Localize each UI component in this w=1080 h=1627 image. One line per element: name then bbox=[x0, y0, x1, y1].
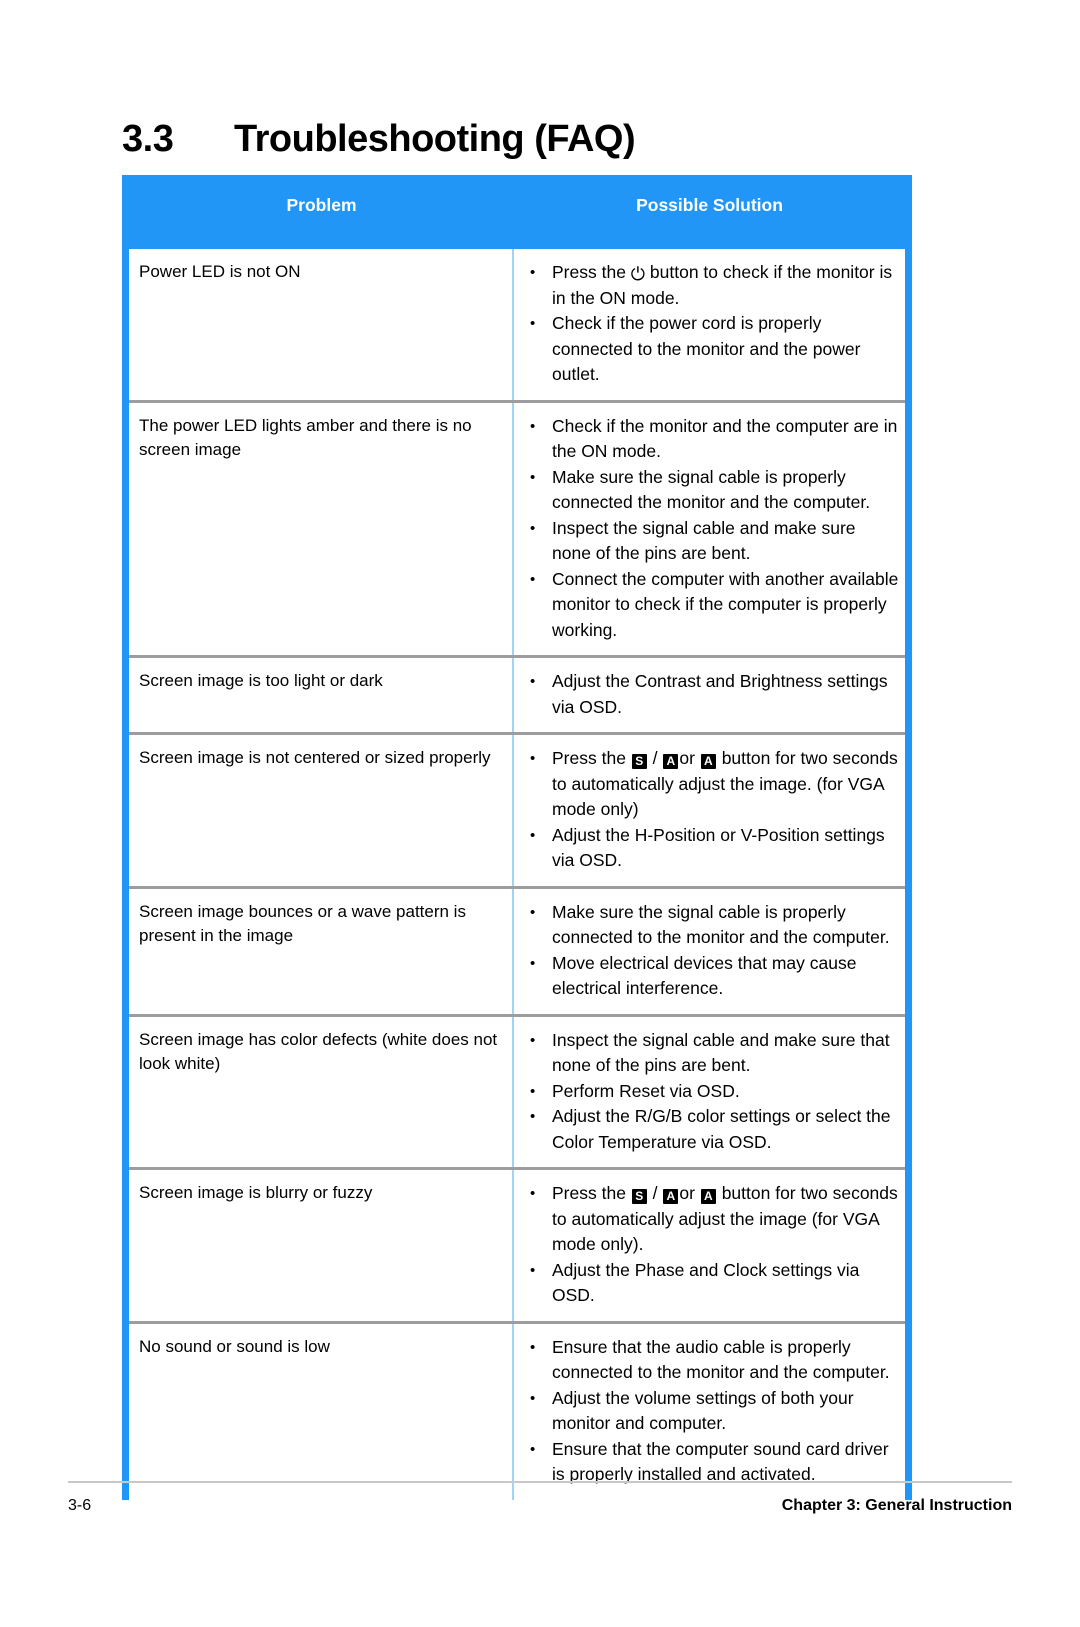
problem-cell: Power LED is not ON bbox=[129, 249, 514, 400]
solution-item: Press the ⏻ button to check if the monit… bbox=[526, 260, 899, 311]
solution-cell: Make sure the signal cable is properly c… bbox=[514, 889, 905, 1014]
solution-list: Adjust the Contrast and Brightness setti… bbox=[526, 669, 899, 720]
solution-item: Connect the computer with another availa… bbox=[526, 567, 899, 644]
solution-cell: Ensure that the audio cable is properly … bbox=[514, 1324, 905, 1500]
solution-item: Adjust the Contrast and Brightness setti… bbox=[526, 669, 899, 720]
table-row: Power LED is not ONPress the ⏻ button to… bbox=[129, 249, 905, 400]
table-row: Screen image is too light or darkAdjust … bbox=[129, 655, 905, 732]
solution-item: Check if the power cord is properly conn… bbox=[526, 311, 899, 388]
section-title: Troubleshooting (FAQ) bbox=[234, 118, 636, 160]
table-row: No sound or sound is lowEnsure that the … bbox=[129, 1320, 905, 1500]
solution-cell: Press the S / Aor A button for two secon… bbox=[514, 735, 905, 886]
solution-cell: Press the S / Aor A button for two secon… bbox=[514, 1170, 905, 1321]
table-body: Power LED is not ONPress the ⏻ button to… bbox=[129, 249, 905, 1500]
solution-cell: Press the ⏻ button to check if the monit… bbox=[514, 249, 905, 400]
problem-cell: Screen image has color defects (white do… bbox=[129, 1016, 514, 1167]
solution-item: Ensure that the computer sound card driv… bbox=[526, 1437, 899, 1488]
solution-list: Inspect the signal cable and make sure t… bbox=[526, 1028, 899, 1156]
auto-key-icon: A bbox=[700, 1189, 716, 1204]
solution-item: Press the S / Aor A button for two secon… bbox=[526, 1181, 899, 1258]
auto-key-icon: A bbox=[700, 754, 716, 769]
section-number: 3.3 bbox=[122, 118, 174, 160]
table-header-row: Problem Possible Solution bbox=[129, 175, 905, 249]
solution-item: Make sure the signal cable is properly c… bbox=[526, 465, 899, 516]
page-footer: 3-6 Chapter 3: General Instruction bbox=[68, 1497, 1012, 1515]
solution-item: Adjust the R/G/B color settings or selec… bbox=[526, 1104, 899, 1155]
solution-item: Inspect the signal cable and make sure n… bbox=[526, 516, 899, 567]
table-row: Screen image is not centered or sized pr… bbox=[129, 732, 905, 886]
auto-key-icon: A bbox=[663, 1189, 679, 1204]
column-header-solution: Possible Solution bbox=[636, 195, 783, 215]
footer-divider bbox=[68, 1481, 1012, 1483]
solution-cell: Inspect the signal cable and make sure t… bbox=[514, 1017, 905, 1168]
table-row: The power LED lights amber and there is … bbox=[129, 399, 905, 656]
solution-list: Check if the monitor and the computer ar… bbox=[526, 414, 899, 644]
document-page: 3.3 Troubleshooting (FAQ) Problem Possib… bbox=[0, 0, 1080, 1627]
solution-item: Move electrical devices that may cause e… bbox=[526, 951, 899, 1002]
solution-item: Check if the monitor and the computer ar… bbox=[526, 414, 899, 465]
source-key-icon: S bbox=[631, 754, 647, 769]
table-row: Screen image has color defects (white do… bbox=[129, 1013, 905, 1168]
solution-item: Adjust the H-Position or V-Position sett… bbox=[526, 823, 899, 874]
table-row: Screen image is blurry or fuzzyPress the… bbox=[129, 1167, 905, 1321]
solution-item: Inspect the signal cable and make sure t… bbox=[526, 1028, 899, 1079]
problem-cell: The power LED lights amber and there is … bbox=[129, 402, 514, 655]
power-icon: ⏻ bbox=[630, 264, 646, 284]
solution-cell: Check if the monitor and the computer ar… bbox=[514, 403, 905, 656]
solution-item: Perform Reset via OSD. bbox=[526, 1079, 899, 1105]
table-row: Screen image bounces or a wave pattern i… bbox=[129, 885, 905, 1014]
solution-list: Ensure that the audio cable is properly … bbox=[526, 1335, 899, 1488]
solution-list: Press the ⏻ button to check if the monit… bbox=[526, 260, 899, 388]
source-key-icon: S bbox=[631, 1189, 647, 1204]
footer-page-number: 3-6 bbox=[68, 1497, 92, 1514]
solution-list: Press the S / Aor A button for two secon… bbox=[526, 1181, 899, 1309]
solution-cell: Adjust the Contrast and Brightness setti… bbox=[514, 658, 905, 732]
solution-item: Ensure that the audio cable is properly … bbox=[526, 1335, 899, 1386]
problem-cell: No sound or sound is low bbox=[129, 1323, 514, 1500]
problem-cell: Screen image is too light or dark bbox=[129, 658, 514, 732]
troubleshooting-table: Problem Possible Solution Power LED is n… bbox=[122, 175, 912, 1500]
solution-list: Press the S / Aor A button for two secon… bbox=[526, 746, 899, 874]
problem-cell: Screen image is blurry or fuzzy bbox=[129, 1170, 514, 1321]
page-title: 3.3 Troubleshooting (FAQ) bbox=[122, 118, 636, 161]
auto-key-icon: A bbox=[663, 754, 679, 769]
solution-item: Make sure the signal cable is properly c… bbox=[526, 900, 899, 951]
solution-item: Adjust the Phase and Clock settings via … bbox=[526, 1258, 899, 1309]
solution-item: Adjust the volume settings of both your … bbox=[526, 1386, 899, 1437]
solution-item: Press the S / Aor A button for two secon… bbox=[526, 746, 899, 823]
footer-chapter: Chapter 3: General Instruction bbox=[781, 1497, 1012, 1514]
problem-cell: Screen image bounces or a wave pattern i… bbox=[129, 888, 514, 1014]
solution-list: Make sure the signal cable is properly c… bbox=[526, 900, 899, 1002]
column-header-problem: Problem bbox=[286, 195, 357, 215]
problem-cell: Screen image is not centered or sized pr… bbox=[129, 735, 514, 886]
